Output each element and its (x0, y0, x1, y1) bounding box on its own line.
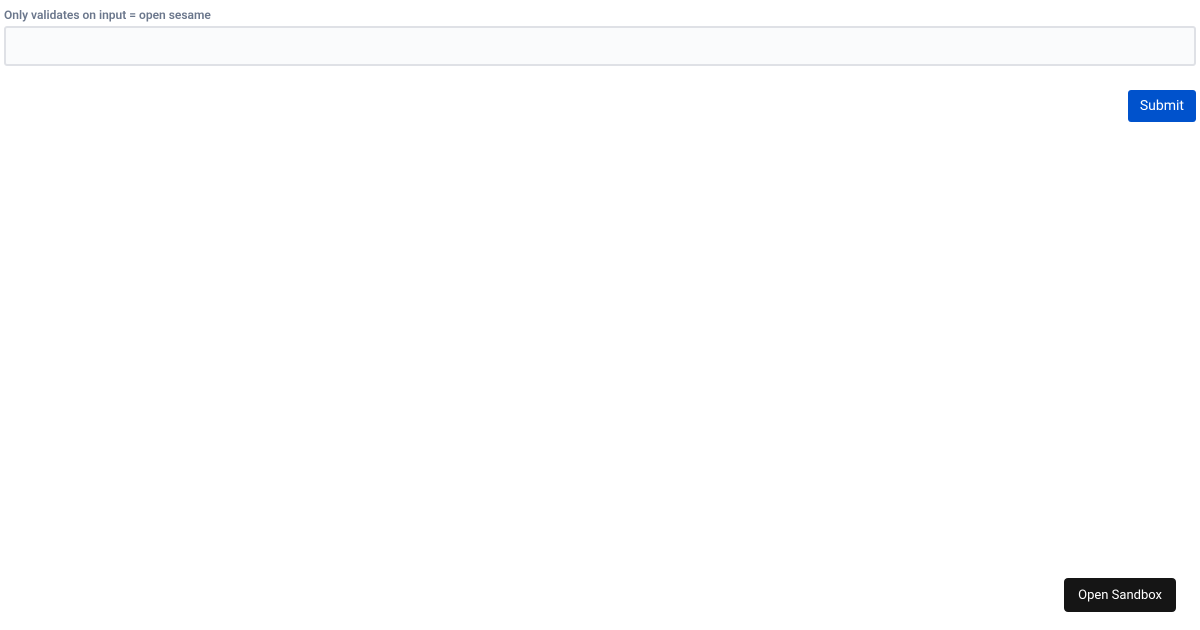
open-sandbox-button[interactable]: Open Sandbox (1064, 578, 1176, 612)
button-row: Submit (4, 90, 1196, 122)
validation-input[interactable] (4, 26, 1196, 66)
form-container: Only validates on input = open sesame Su… (0, 0, 1200, 122)
field-label: Only validates on input = open sesame (4, 8, 1196, 22)
submit-button[interactable]: Submit (1128, 90, 1196, 122)
